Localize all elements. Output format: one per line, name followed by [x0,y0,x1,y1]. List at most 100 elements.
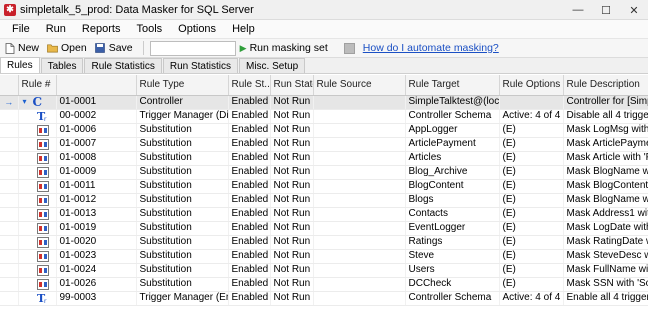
open-button-label: Open [61,42,87,54]
cell-rule-number: 01-0011 [56,179,137,194]
save-button[interactable]: Save [95,42,133,54]
row-indicator [0,235,19,250]
rules-grid: Rule # Rule Type Rule St... Run State Ru… [0,75,648,315]
table-row[interactable]: 01-0012 Substitution Enabled Not Run Blogs (E… [0,193,648,208]
tab-rules[interactable]: Rules [0,57,40,73]
run-masking-set-button[interactable]: ▶ Run masking set [240,42,328,54]
table-row[interactable]: 01-0023 Substitution Enabled Not Run Steve (E… [0,249,648,264]
row-indicator [0,123,19,138]
cell-rule-options: (E) [499,179,564,194]
window-title: simpletalk_5_prod: Data Masker for SQL S… [20,3,254,16]
open-button[interactable]: Open [47,42,87,54]
column-header-indicator[interactable] [0,75,19,96]
column-header-rule-number[interactable]: Rule # [18,75,57,96]
cell-rule-options: (E) [499,193,564,208]
cell-run-state: Not Run [270,109,314,124]
table-row[interactable]: 01-0026 Substitution Enabled Not Run DCCheck… [0,277,648,292]
cell-rule-options: (E) [499,123,564,138]
menu-run[interactable]: Run [38,23,74,35]
save-button-label: Save [108,42,133,54]
table-row[interactable]: 01-0009 Substitution Enabled Not Run Blog_Ar… [0,165,648,180]
cell-rule-source [313,249,406,264]
table-row[interactable]: 01-0011 Substitution Enabled Not Run BlogCon… [0,179,648,194]
table-row[interactable]: 01-0006 Substitution Enabled Not Run AppLogg… [0,123,648,138]
automate-help-link[interactable]: How do I automate masking? [363,42,499,54]
window-controls: — ☐ ✕ [564,0,648,20]
table-row[interactable]: Tr 00-0002Trigger Manager (Disa...Enabled… [0,109,648,124]
cell-rule-number: 01-0008 [56,151,137,166]
expand-collapse-icon[interactable]: ▾ [23,96,31,108]
masking-set-combo[interactable] [149,40,236,56]
table-row[interactable]: 01-0020 Substitution Enabled Not Run Ratings… [0,235,648,250]
column-header-rule-type[interactable]: Rule Type [136,75,229,96]
svg-text:r: r [44,298,47,304]
row-indicator [0,193,19,208]
rule-type-icon-cell [18,249,57,264]
cell-rule-description: Controller for [SimpleTa [563,95,648,110]
cell-rule-status: Enabled [228,291,271,306]
column-header-run-state[interactable]: Run State [270,75,314,96]
maximize-button[interactable]: ☐ [592,0,620,20]
column-header-rule-source[interactable]: Rule Source [313,75,406,96]
column-header-rule-status[interactable]: Rule St... [228,75,271,96]
grid-header-row: Rule # Rule Type Rule St... Run State Ru… [0,75,648,96]
column-header-rule-options[interactable]: Rule Options [499,75,564,96]
rule-type-icon-cell [18,235,57,250]
cell-rule-status: Enabled [228,137,271,152]
close-button[interactable]: ✕ [620,0,648,20]
menu-reports[interactable]: Reports [74,23,129,35]
minimize-button[interactable]: — [564,0,592,20]
rule-type-icon-cell: Tr [18,291,57,306]
cell-rule-source [313,235,406,250]
substitution-icon [36,278,49,290]
tab-misc-setup[interactable]: Misc. Setup [238,58,306,73]
cell-rule-type: Substitution [136,137,229,152]
rule-type-icon-cell [18,277,57,292]
cell-rule-type: Trigger Manager (Disa... [136,109,229,124]
cell-rule-options: (E) [499,221,564,236]
substitution-icon [36,250,49,262]
substitution-icon [36,208,49,220]
cell-rule-options: (E) [499,249,564,264]
substitution-icon [36,180,49,192]
column-header-rule-target[interactable]: Rule Target [405,75,500,96]
stop-icon[interactable] [343,42,355,54]
row-indicator [0,179,19,194]
cell-rule-description: Mask Address1 with 'Ra [563,207,648,222]
menu-file[interactable]: File [4,23,38,35]
new-file-icon [4,42,15,54]
cell-rule-number: 01-0001 [56,95,137,110]
cell-rule-source [313,109,406,124]
new-button[interactable]: New [4,42,39,54]
tab-tables[interactable]: Tables [40,58,84,73]
tab-run-statistics[interactable]: Run Statistics [162,58,238,73]
tab-rule-statistics[interactable]: Rule Statistics [84,58,162,73]
trigger-manager-icon: Tr [37,110,51,122]
cell-rule-source [313,291,406,306]
app-logo-icon: ✱ [4,3,16,16]
toolbar: New Open Save ▶ Run masking set How do I… [0,38,648,58]
cell-rule-target: AppLogger [405,123,500,138]
table-row[interactable]: 01-0013 Substitution Enabled Not Run Contact… [0,207,648,222]
cell-rule-target: Controller Schema [405,109,500,124]
menu-tools[interactable]: Tools [128,23,170,35]
column-header-rule-number-value[interactable] [56,75,137,96]
row-indicator [0,249,19,264]
cell-rule-type: Substitution [136,165,229,180]
cell-rule-options: (E) [499,151,564,166]
trigger-manager-icon: Tr [37,292,51,304]
table-row[interactable]: 01-0019 Substitution Enabled Not Run EventLo… [0,221,648,236]
cell-rule-options: (E) [499,207,564,222]
table-row[interactable]: 01-0007 Substitution Enabled Not Run Article… [0,137,648,152]
cell-rule-status: Enabled [228,277,271,292]
cell-rule-number: 01-0006 [56,123,137,138]
column-header-rule-description[interactable]: Rule Description [563,75,648,96]
table-row[interactable]: 01-0008 Substitution Enabled Not Run Article… [0,151,648,166]
table-row[interactable]: → ▾ C 01-0001 Controller Enabled Not Run Simple… [0,95,648,110]
menu-options[interactable]: Options [170,23,224,35]
table-row[interactable]: 01-0024 Substitution Enabled Not Run Users (E… [0,263,648,278]
cell-rule-description: Mask SteveDesc with 'R [563,249,648,264]
menu-help[interactable]: Help [224,23,263,35]
cell-rule-type: Substitution [136,179,229,194]
table-row[interactable]: Tr 99-0003Trigger Manager (Ena...EnabledN… [0,291,648,306]
